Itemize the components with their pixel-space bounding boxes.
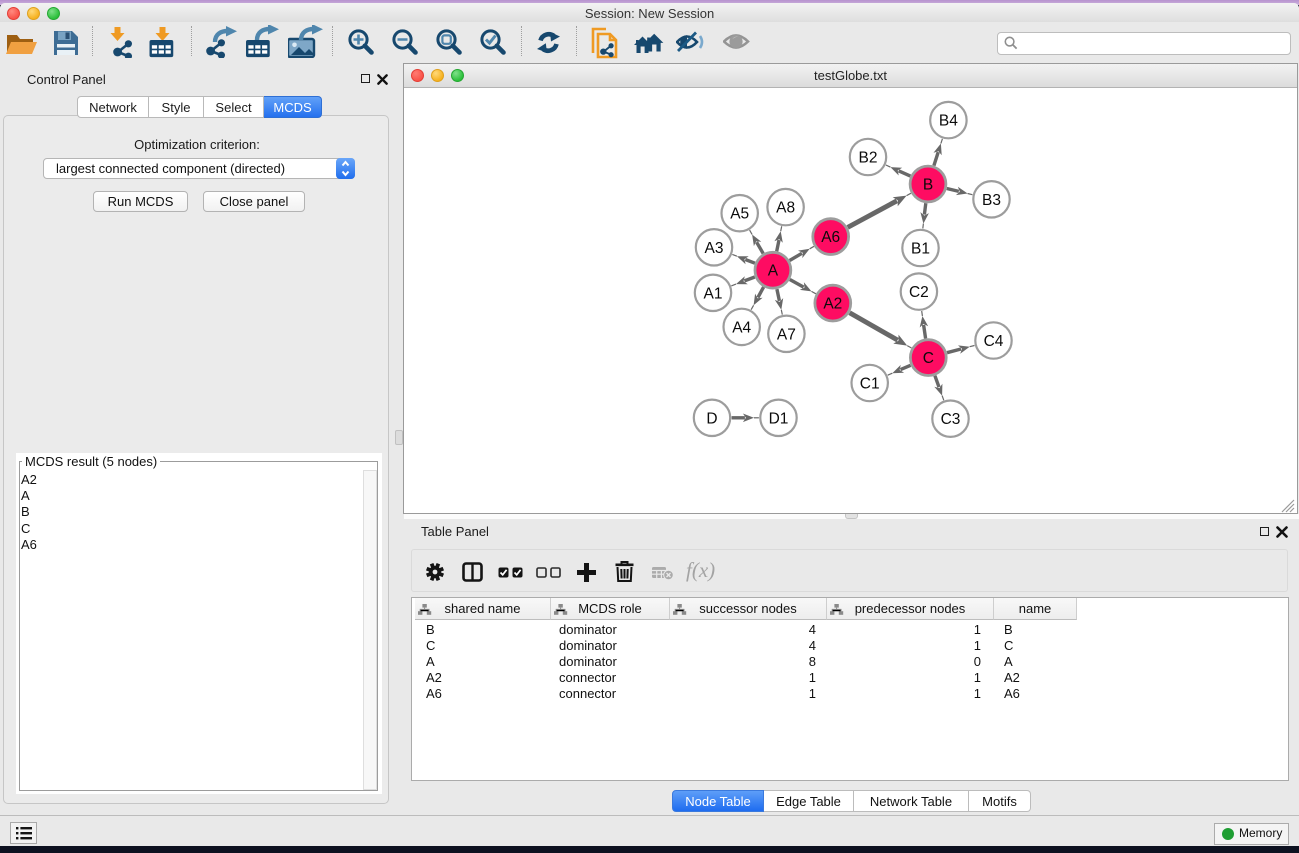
- svg-text:A2: A2: [823, 296, 842, 313]
- svg-text:B1: B1: [911, 241, 930, 258]
- svg-text:B2: B2: [859, 150, 878, 167]
- svg-text:A6: A6: [821, 229, 840, 246]
- svg-text:C: C: [923, 350, 934, 367]
- svg-text:D1: D1: [769, 410, 789, 427]
- svg-text:A7: A7: [777, 326, 796, 343]
- svg-text:C3: C3: [941, 411, 961, 428]
- svg-text:A: A: [768, 263, 779, 280]
- svg-text:B3: B3: [982, 192, 1001, 209]
- svg-text:A3: A3: [705, 240, 724, 257]
- svg-text:A4: A4: [732, 319, 751, 336]
- svg-text:B4: B4: [939, 113, 958, 130]
- svg-text:D: D: [706, 410, 717, 427]
- svg-text:C4: C4: [984, 333, 1004, 350]
- svg-text:A5: A5: [730, 206, 749, 223]
- svg-text:B: B: [923, 177, 933, 194]
- svg-text:C2: C2: [909, 284, 929, 301]
- svg-text:A8: A8: [776, 200, 795, 217]
- svg-text:C1: C1: [860, 376, 880, 393]
- svg-text:A1: A1: [704, 285, 723, 302]
